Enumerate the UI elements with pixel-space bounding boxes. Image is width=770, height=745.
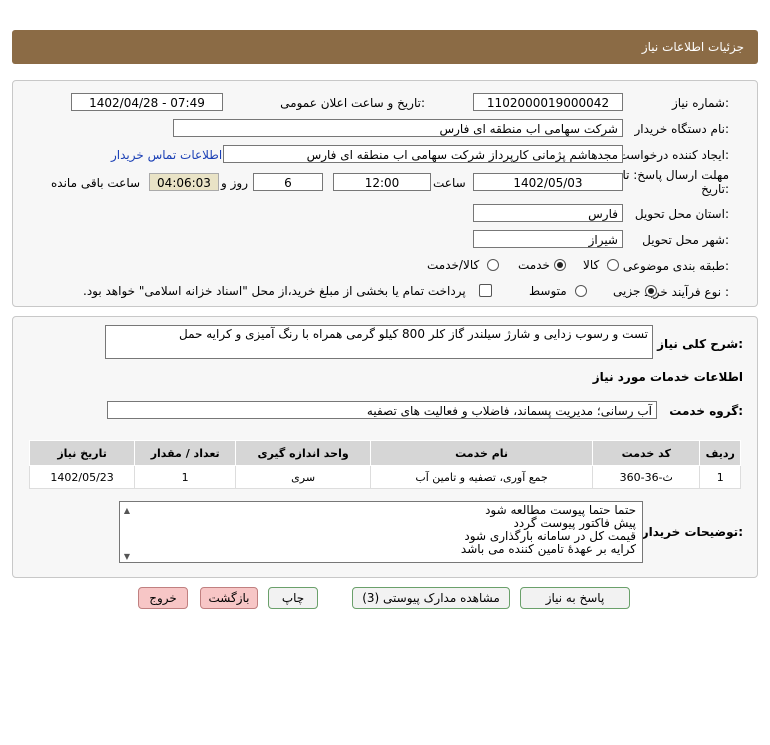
reply-button[interactable]: پاسخ به نیاز [520,587,630,609]
cell-need-date: 1402/05/23 [28,465,136,489]
requester-field[interactable]: مجدهاشم پژمانی کارپرداز شرکت سهامی اب من… [223,145,623,163]
treasury-payment-checkbox[interactable] [479,284,492,297]
back-button[interactable]: بازگشت [200,587,258,609]
col-service-name: نام خدمت [370,440,594,466]
exit-button[interactable]: خروج [138,587,188,609]
deadline-time-field[interactable]: 12:00 [333,173,431,191]
category-option-goods-service: کالا/خدمت [427,258,480,272]
col-need-date: تاریخ نیاز [28,440,136,466]
cell-row: 1 [699,465,741,489]
cell-quantity: 1 [134,465,237,489]
announce-datetime-field[interactable]: 1402/04/28 - 07:49 [71,93,223,111]
description-box[interactable]: تست و رسوب زدایی و شارژ سیلندر گاز کلر 8… [105,325,653,359]
services-section-title: اطلاعات خدمات مورد نیاز [592,370,743,384]
col-row: ردیف [699,440,741,466]
category-option-goods: کالا [583,258,600,272]
main-info-panel: شماره نیاز: 1102000019000042 تاریخ و ساع… [12,80,758,307]
category-radio-service[interactable] [554,259,566,271]
need-number-label: شماره نیاز: [671,96,729,110]
city-field[interactable]: شیراز [473,230,623,248]
remaining-label: ساعت باقی مانده [51,176,141,190]
services-table-header: ردیف کد خدمت نام خدمت واحد اندازه گیری ت… [28,440,741,466]
scroll-down-icon[interactable]: ▼ [122,550,132,562]
requester-label: ایجاد کننده درخواست: [618,148,729,162]
cell-service-code: ث-36-360 [592,465,701,489]
category-label: طبقه بندی موضوعی: [622,259,729,273]
category-option-service: خدمت [518,258,550,272]
deadline-date-label: تاریخ: [701,182,729,196]
category-radio-goods[interactable] [607,259,619,271]
description-label: شرح کلی نیاز: [657,337,743,351]
deadline-date-field[interactable]: 1402/05/03 [473,173,623,191]
buyer-note-line: کرایه بر عهدهٔ تامین کننده می باشد [460,542,636,556]
announce-label: تاریخ و ساعت اعلان عمومی: [280,96,425,110]
province-label: استان محل تحویل: [634,207,729,221]
remaining-time-field: 04:06:03 [149,173,219,191]
table-row[interactable]: 1 ث-36-360 جمع آوری، تصفیه و تامین آب سر… [28,465,741,489]
header-bar: جزئیات اطلاعات نیاز [12,30,758,64]
days-label: روز و [221,176,248,190]
buyer-notes-box[interactable]: حتما حتما پیوست مطالعه شود پیش فاکتور پی… [119,501,643,563]
col-quantity: تعداد / مقدار [134,440,237,466]
category-radio-goods-service[interactable] [487,259,499,271]
deadline-label: مهلت ارسال پاسخ: تا [622,168,729,182]
service-group-label: گروه خدمت: [669,404,743,418]
col-service-code: کد خدمت [592,440,701,466]
page-title: جزئیات اطلاعات نیاز [641,40,744,54]
services-table: ردیف کد خدمت نام خدمت واحد اندازه گیری ت… [28,440,741,489]
col-unit: واحد اندازه گیری [235,440,372,466]
scroll-up-icon[interactable]: ▲ [122,504,132,517]
print-button[interactable]: چاپ [268,587,318,609]
process-radio-minor[interactable] [645,285,657,297]
cell-unit: سری [235,465,372,489]
city-label: شهر محل تحویل: [642,233,729,247]
buyer-org-field[interactable]: شرکت سهامی اب منطقه ای فارس [173,119,623,137]
treasury-payment-note: پرداخت تمام یا بخشی از مبلغ خرید،از محل … [83,284,466,298]
process-radio-medium[interactable] [575,285,587,297]
process-option-minor: جزیی [613,284,641,298]
process-option-medium: متوسط [529,284,567,298]
attachments-button[interactable]: مشاهده مدارک پیوستی (3) [352,587,510,609]
days-field[interactable]: 6 [253,173,323,191]
buyer-contact-link[interactable]: اطلاعات تماس خریدار [111,148,222,162]
cell-service-name: جمع آوری، تصفیه و تامین آب [370,465,594,489]
province-field[interactable]: فارس [473,204,623,222]
need-number-field[interactable]: 1102000019000042 [473,93,623,111]
deadline-time-label: ساعت [433,176,466,190]
buyer-notes-label: توضیحات خریدار: [641,525,743,539]
need-details-page: جزئیات اطلاعات نیاز شماره نیاز: 11020000… [0,0,770,745]
service-group-field[interactable]: آب رسانی؛ مدیریت پسماند، فاضلاب و فعالیت… [107,401,657,419]
buyer-org-label: نام دستگاه خریدار: [634,122,730,136]
details-panel: شرح کلی نیاز: تست و رسوب زدایی و شارژ سی… [12,316,758,578]
